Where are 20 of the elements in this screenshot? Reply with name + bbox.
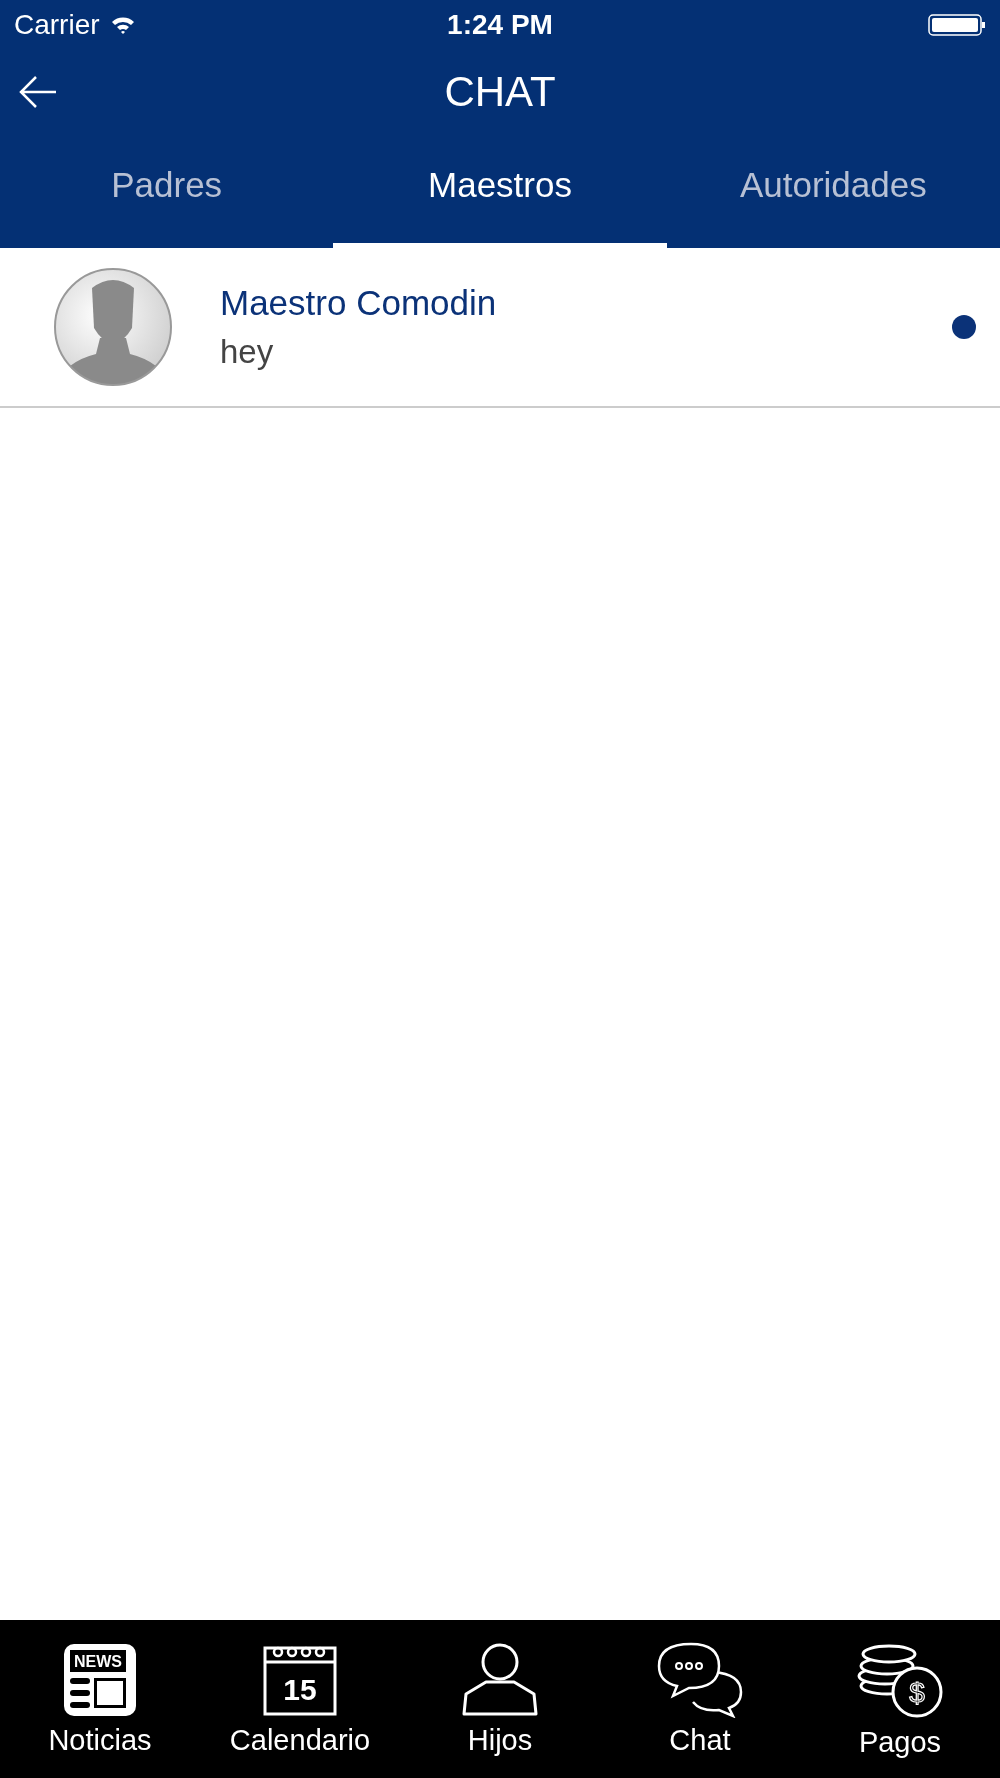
tab-bar-item[interactable]: Hijos [400,1620,600,1778]
tab-bar-item[interactable]: NEWS Noticias [0,1620,200,1778]
tab[interactable]: Maestros [333,134,667,248]
tab-bar-item[interactable]: 15 Calendario [200,1620,400,1778]
newspaper-icon: NEWS [62,1641,138,1718]
chat-bubbles-icon [657,1641,743,1718]
person-icon [462,1641,538,1718]
tab[interactable]: Padres [0,134,334,248]
contact-name: Maestro Comodin [220,283,498,323]
battery-icon [928,13,986,37]
avatar-icon [52,266,174,388]
back-arrow-icon[interactable] [18,74,58,110]
message-preview: hey [220,333,275,371]
chat-row[interactable]: Maestro Comodin hey [0,248,1000,408]
carrier-text: Carrier [14,9,100,41]
tab-bar-item[interactable]: Chat [600,1620,800,1778]
tab[interactable]: Autoridades [666,134,1000,248]
clock-text: 1:24 PM [447,9,553,41]
screen-title: CHAT [444,68,556,116]
tab-bar-item[interactable]: $ Pagos [800,1620,1000,1778]
